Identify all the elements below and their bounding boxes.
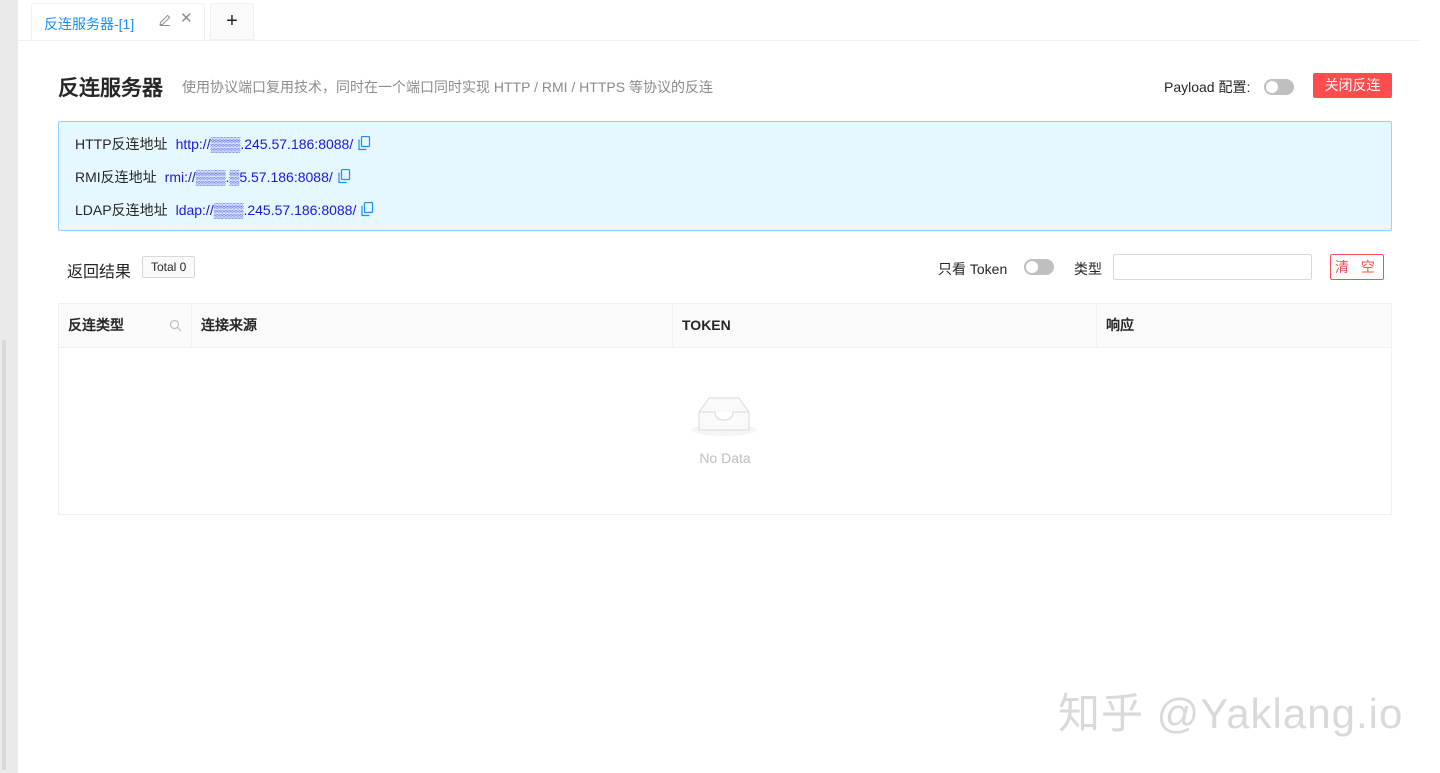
results-table: 反连类型 连接来源 TOKEN 响应 No Data — [58, 303, 1392, 515]
switch-knob — [1026, 261, 1038, 273]
address-label: RMI反连地址 — [75, 169, 157, 185]
token-only-label: 只看 Token — [938, 261, 1008, 277]
table-header: 反连类型 连接来源 TOKEN 响应 — [59, 304, 1391, 348]
address-label: HTTP反连地址 — [75, 136, 168, 152]
column-header-type: 反连类型 — [59, 304, 191, 347]
results-title: 返回结果 — [67, 264, 132, 281]
column-header-label: 反连类型 — [68, 317, 124, 333]
payload-config-switch[interactable] — [1264, 79, 1294, 95]
reverse-address-box: HTTP反连地址 http://▒▒▒.245.57.186:8088/ RMI反… — [58, 121, 1392, 231]
left-scroll-rail — [0, 0, 18, 773]
tab-reverse-server[interactable]: 反连服务器-[1] ✕ — [31, 3, 205, 40]
column-header-token: TOKEN — [672, 304, 1096, 347]
search-icon[interactable] — [169, 319, 182, 332]
address-label: LDAP反连地址 — [75, 202, 168, 218]
watermark: 知乎 @Yaklang.io — [1058, 690, 1404, 737]
total-count-badge: Total 0 — [142, 256, 196, 278]
page-description: 使用协议端口复用技术，同时在一个端口同时实现 HTTP / RMI / HTTP… — [182, 79, 713, 95]
tab-label: 反连服务器-[1] — [44, 16, 135, 32]
tab-bar: 反连服务器-[1] ✕ + — [18, 0, 1420, 41]
token-only-switch[interactable] — [1024, 259, 1054, 275]
ldap-address-row: LDAP反连地址 ldap://▒▒▒.245.57.186:8088/ — [75, 200, 374, 220]
clear-button[interactable]: 清 空 — [1330, 254, 1384, 280]
copy-icon[interactable] — [338, 169, 351, 184]
column-header-response: 响应 — [1096, 304, 1391, 347]
edit-icon[interactable] — [158, 13, 172, 27]
empty-inbox-icon — [691, 397, 757, 436]
scrollbar-thumb[interactable] — [2, 340, 6, 770]
close-reverse-button[interactable]: 关闭反连 — [1313, 73, 1392, 98]
copy-icon[interactable] — [358, 136, 371, 151]
address-value: ldap://▒▒▒.245.57.186:8088/ — [175, 202, 357, 218]
column-header-source: 连接来源 — [191, 304, 673, 347]
type-filter-label: 类型 — [1074, 261, 1102, 277]
type-filter-input[interactable] — [1113, 254, 1312, 280]
address-value: rmi://▒▒▒.▒5.57.186:8088/ — [164, 169, 333, 185]
http-address-row: HTTP反连地址 http://▒▒▒.245.57.186:8088/ — [75, 134, 371, 154]
empty-state-text: No Data — [699, 450, 751, 466]
payload-config-label: Payload 配置: — [1164, 79, 1251, 95]
rmi-address-row: RMI反连地址 rmi://▒▒▒.▒5.57.186:8088/ — [75, 167, 351, 187]
add-tab-button[interactable]: + — [210, 3, 254, 40]
page-title: 反连服务器 — [58, 77, 163, 100]
switch-knob — [1266, 81, 1278, 93]
copy-icon[interactable] — [361, 202, 374, 217]
app-window: 反连服务器-[1] ✕ + 反连服务器 使用协议端口复用技术，同时在一个端口同时… — [18, 0, 1440, 773]
close-icon[interactable]: ✕ — [180, 11, 193, 27]
address-value: http://▒▒▒.245.57.186:8088/ — [175, 136, 354, 152]
